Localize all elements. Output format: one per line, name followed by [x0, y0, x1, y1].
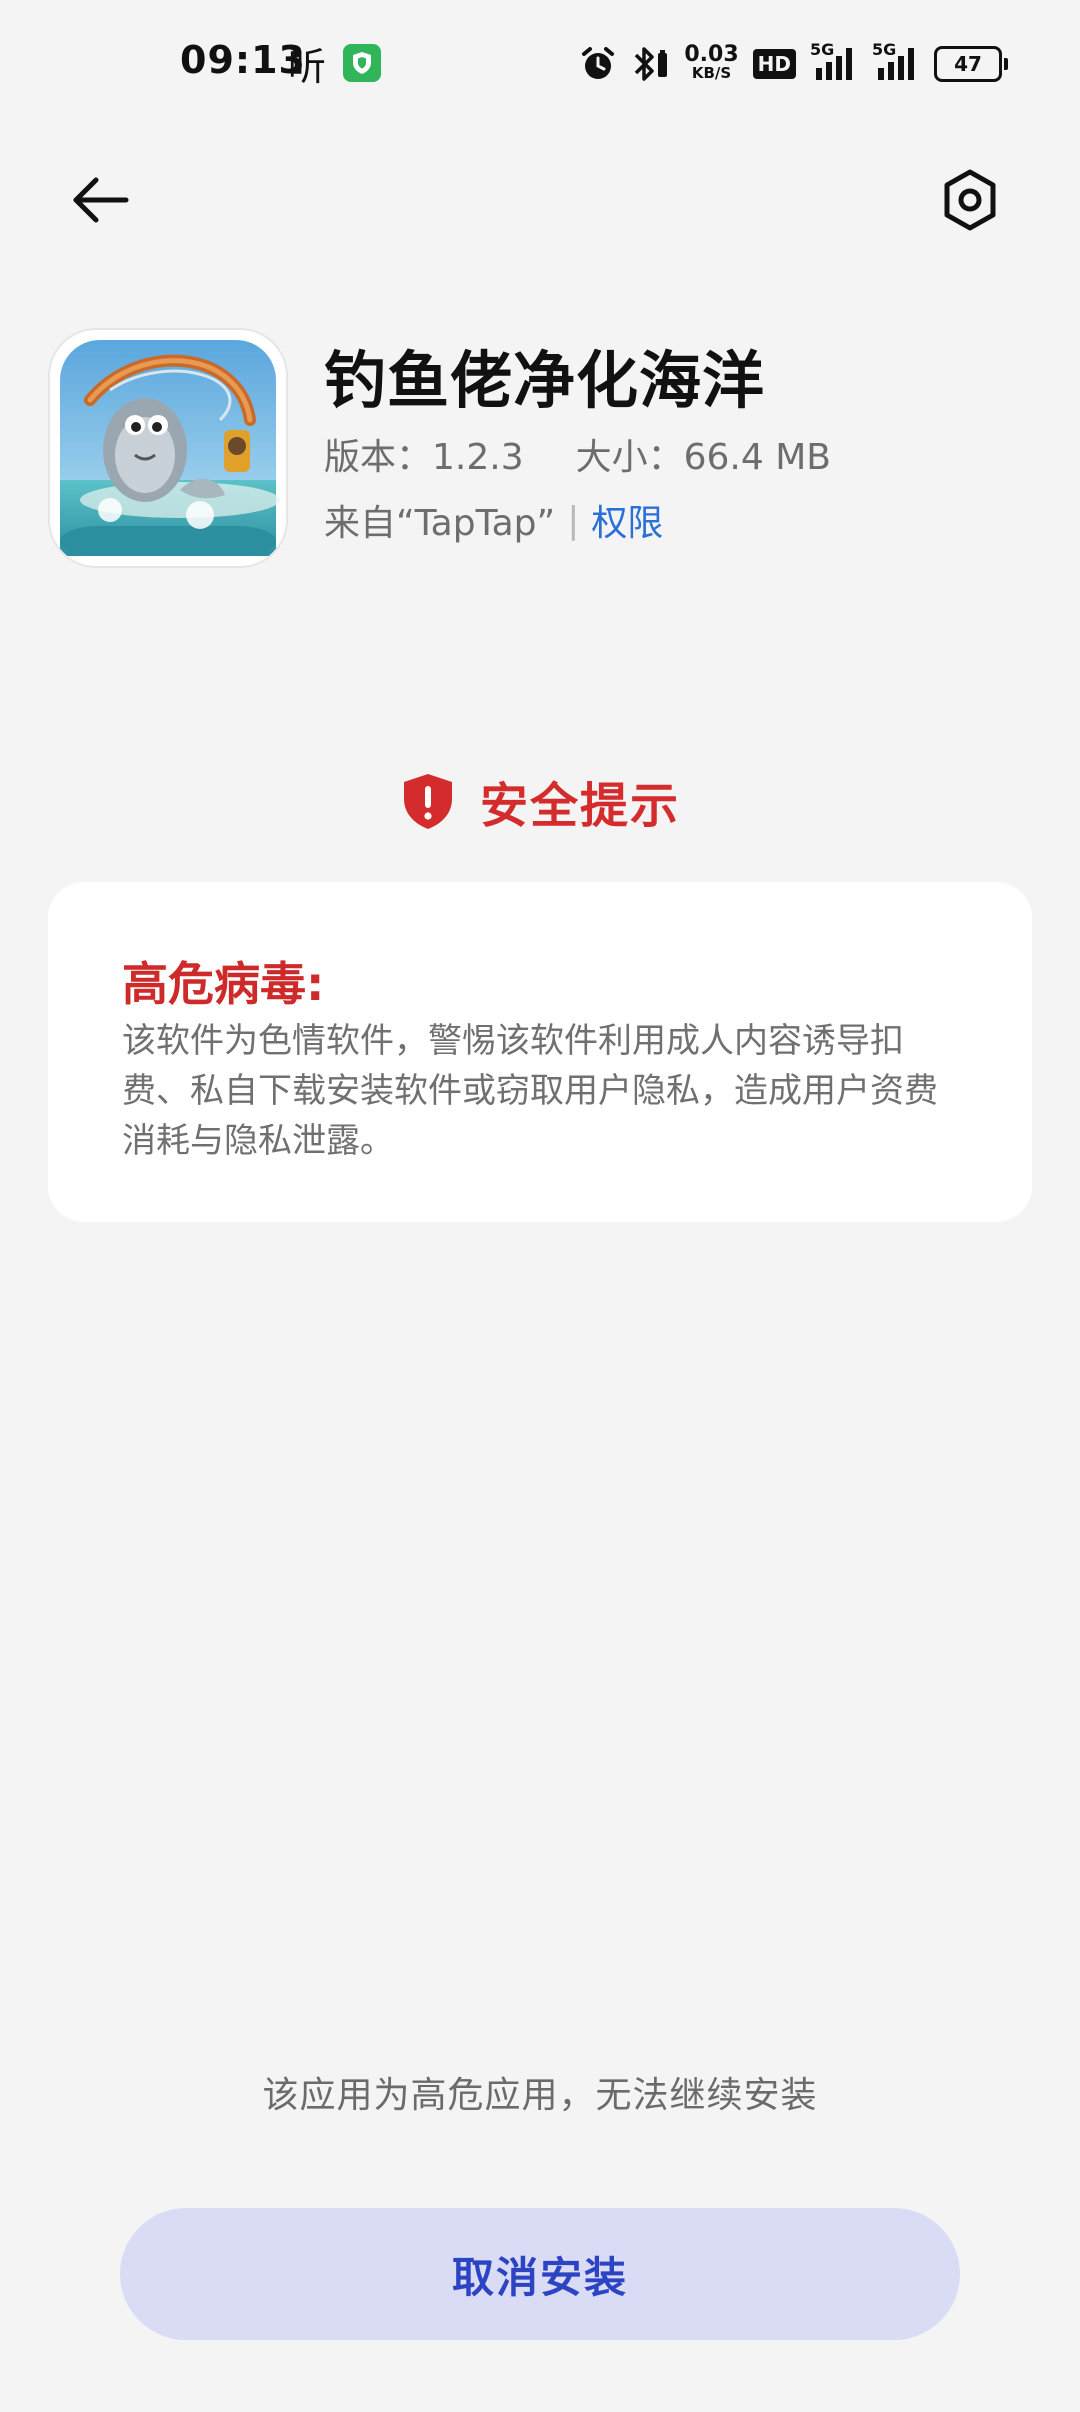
app-icon [50, 330, 286, 566]
green-shield-icon [343, 44, 381, 82]
signal-2: 5G [872, 40, 920, 84]
warning-heading: 高危病毒: [122, 957, 325, 1011]
status-bar: 09:13 听 0.03 KB/S HD 5G 5G 47 [0, 0, 1080, 130]
hd-badge: HD [752, 49, 796, 79]
signal-bars-icon [878, 48, 914, 80]
bluetooth-battery-icon [635, 47, 668, 81]
net-speed: 0.03 KB/S [684, 44, 738, 83]
warning-card: 高危病毒: 该软件为色情软件，警惕该软件利用成人内容诱导扣费、私自下载安装软件或… [48, 882, 1032, 1222]
back-arrow-icon [73, 177, 129, 223]
warning-body: 该软件为色情软件，警惕该软件利用成人内容诱导扣费、私自下载安装软件或窃取用户隐私… [122, 1021, 938, 1161]
settings-hexagon-icon [944, 169, 996, 231]
ting-listen-icon: 听 [288, 45, 327, 89]
battery-level: 47 [954, 52, 982, 76]
battery-icon: 47 [934, 46, 1008, 82]
app-meta: 版本：1.2.3 大小：66.4 MB [324, 428, 831, 480]
app-version: 版本：1.2.3 [324, 437, 524, 478]
back-button[interactable] [62, 160, 142, 240]
security-title: 安全提示 [479, 778, 680, 834]
net-speed-unit: KB/S [691, 64, 732, 82]
signal-1: 5G [810, 40, 858, 84]
cancel-install-button[interactable]: 取消安装 [120, 2208, 960, 2340]
app-name: 钓鱼佬净化海洋 [324, 344, 766, 417]
status-icons: 0.03 KB/S HD 5G 5G 47 [580, 40, 1008, 88]
signal-bars-icon [816, 48, 852, 80]
app-source: 来自“TapTap” [324, 503, 556, 544]
red-shield-alert-icon [403, 774, 452, 829]
alarm-icon [582, 47, 615, 79]
app-source-row: 来自“TapTap” | 权限 [324, 494, 663, 546]
source-separator: | [567, 499, 580, 541]
install-blocked-notice: 该应用为高危应用，无法继续安装 [262, 2075, 818, 2116]
permissions-link[interactable]: 权限 [591, 494, 663, 546]
security-title-row: 安全提示 [0, 766, 1080, 836]
settings-button[interactable] [930, 160, 1010, 240]
app-size: 大小：66.4 MB [575, 437, 831, 478]
